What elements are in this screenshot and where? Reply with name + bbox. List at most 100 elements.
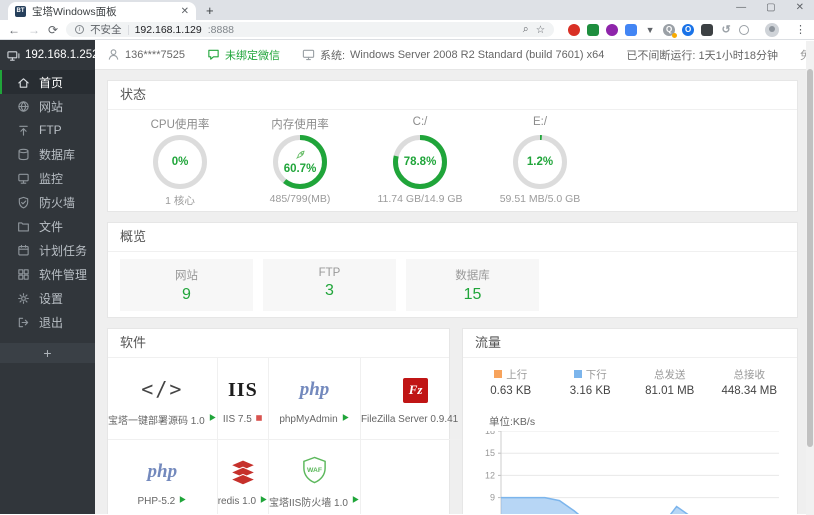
dark-funnel-extension-icon[interactable]: ▼ <box>644 24 656 36</box>
overview-box-ftp[interactable]: FTP 3 <box>263 259 396 311</box>
overview-label: FTP <box>318 267 341 279</box>
software-item-phpmyadmin[interactable]: php phpMyAdmin <box>269 358 361 440</box>
red-circle-extension-icon[interactable] <box>568 23 581 36</box>
software-item-iis[interactable]: IIS IIS 7.5 <box>217 358 270 440</box>
tab-close-icon[interactable]: ✕ <box>181 6 189 17</box>
address-bar[interactable]: i 不安全 192.168.1.129:8888 ⌕ ☆ <box>66 22 555 37</box>
wechat-bind-link[interactable]: 未绑定微信 <box>207 47 280 63</box>
sidebar-item-soft[interactable]: 软件管理 <box>0 262 95 286</box>
site-info-icon[interactable]: i <box>75 25 85 34</box>
traffic-stat-label: 上行 <box>471 367 551 381</box>
blue-o-extension-icon[interactable]: O <box>682 23 695 36</box>
q-badge-extension-icon[interactable]: Q <box>663 23 678 38</box>
blue-square-extension-icon[interactable] <box>625 23 638 36</box>
home-icon <box>17 76 30 89</box>
iis-icon: IIS <box>228 379 258 401</box>
purple-circle-extension-icon[interactable] <box>606 23 619 36</box>
sidebar-item-logout[interactable]: 退出 <box>0 310 95 334</box>
gauge-center: 0% <box>152 134 208 190</box>
window-minimize-button[interactable]: — <box>736 2 746 13</box>
software-name: phpMyAdmin <box>279 413 338 425</box>
play-icon[interactable] <box>351 495 360 507</box>
sidebar-item-database[interactable]: 数据库 <box>0 142 95 166</box>
sidebar-item-label: 文件 <box>39 219 64 234</box>
system-value: Windows Server 2008 R2 Standard (build 7… <box>350 48 605 61</box>
gauge-ring: 1.2% <box>512 134 568 190</box>
stop-icon[interactable] <box>255 414 263 425</box>
gauge-label: 内存使用率 <box>271 119 329 131</box>
traffic-chart: 181512963 <box>477 426 797 514</box>
software-label: FileZilla Server 0.9.41 <box>361 413 470 425</box>
window-close-button[interactable]: ✕ <box>796 2 804 13</box>
exit-icon <box>17 316 30 329</box>
account-info[interactable]: 136****7525 <box>107 48 185 61</box>
legend-square-down <box>573 370 582 378</box>
sidebar-item-monitor[interactable]: 监控 <box>0 166 95 190</box>
browser-toolbar: ← → ⟳ i 不安全 192.168.1.129:8888 ⌕ ☆ ▼ Q O ↺ … <box>0 20 814 40</box>
traffic-card: 流量 上行 0.63 KB 下行 3.16 KB 总发送 81.01 MB 总接收 448.3… <box>462 328 798 514</box>
overview-box-sites[interactable]: 网站 9 <box>120 259 253 311</box>
gauge-sub: 485/799(MB) <box>269 193 331 205</box>
soft-icon <box>17 268 30 281</box>
browser-tab[interactable]: BT 宝塔Windows面板 ✕ <box>8 2 196 20</box>
svg-text:15: 15 <box>485 448 495 458</box>
traffic-label-text: 下行 <box>585 368 607 381</box>
traffic-stat-value: 0.63 KB <box>490 385 532 397</box>
page-scrollbar <box>806 41 814 515</box>
gauge-disk-e: E:/ 1.2% 59.51 MB/5.0 GB <box>480 116 600 208</box>
uptime-info: 已不间断运行: 1天1小时18分钟 <box>626 47 778 63</box>
sidebar-item-home[interactable]: 首页 <box>0 70 95 94</box>
gray-ring-extension-icon[interactable] <box>739 24 750 35</box>
zoom-icon[interactable]: ⌕ <box>523 23 529 36</box>
software-item-redis[interactable]: redis 1.0 <box>218 440 270 514</box>
play-icon[interactable] <box>259 495 268 507</box>
browser-menu-icon[interactable]: ⋮ <box>795 23 806 36</box>
sidebar-item-label: 监控 <box>39 171 64 186</box>
sidebar-add-button[interactable]: + <box>0 343 95 363</box>
browser-tabstrip: BT 宝塔Windows面板 ✕ + — ▢ ✕ <box>0 0 814 20</box>
server-header[interactable]: 192.168.1.252 0 <box>0 40 118 70</box>
green-square-extension-icon[interactable] <box>587 23 600 36</box>
system-icon <box>302 48 315 61</box>
url-port: :8888 <box>207 23 234 36</box>
person-icon <box>107 48 120 61</box>
sidebar-item-files[interactable]: 文件 <box>0 214 95 238</box>
panel-topbar: 136****7525 未绑定微信 系统: Windows Server 200… <box>95 40 814 70</box>
bookmark-star-icon[interactable]: ☆ <box>536 24 545 36</box>
scrollbar-thumb[interactable] <box>807 69 813 447</box>
software-label: 宝塔IIS防火墙 1.0 <box>269 494 360 509</box>
overview-box-database[interactable]: 数据库 15 <box>406 259 539 311</box>
profile-avatar[interactable] <box>765 22 779 37</box>
svg-text:12: 12 <box>485 470 495 480</box>
gauge-center: 60.7% <box>272 134 328 190</box>
sidebar-item-settings[interactable]: 设置 <box>0 286 95 310</box>
free-memory-rocket-icon[interactable] <box>295 149 306 163</box>
software-item-filezilla[interactable]: Fz FileZilla Server 0.9.41 <box>360 358 471 440</box>
waf-icon: WAF <box>301 453 328 489</box>
sidebar-item-ftp[interactable]: FTP <box>0 118 95 142</box>
gauge-center: 78.8% <box>392 134 448 190</box>
traffic-label-text: 总接收 <box>733 368 766 381</box>
reload-icon[interactable]: ⟳ <box>48 24 58 36</box>
firewall-icon <box>17 196 30 209</box>
software-item-btwaf[interactable]: WAF 宝塔IIS防火墙 1.0 <box>269 440 361 514</box>
play-icon[interactable] <box>208 413 217 425</box>
dark-square-extension-icon[interactable] <box>701 23 714 36</box>
sidebar-item-firewall[interactable]: 防火墙 <box>0 190 95 214</box>
window-maximize-button[interactable]: ▢ <box>766 2 775 13</box>
software-item-php52[interactable]: php PHP-5.2 <box>108 440 218 514</box>
sidebar-menu: 首页 网站 FTP 数据库监控防火墙文件计划任务 软件管理 设置 退出 <box>0 70 95 334</box>
sidebar-item-sites[interactable]: 网站 <box>0 94 95 118</box>
play-icon[interactable] <box>341 413 350 425</box>
sidebar-item-cron[interactable]: 计划任务 <box>0 238 95 262</box>
play-icon[interactable] <box>178 495 187 507</box>
new-tab-button[interactable]: + <box>206 3 214 20</box>
gauge-cpu: CPU使用率 0% 1 核心 <box>120 116 240 208</box>
software-card: 软件 </> 宝塔一键部署源码 1.0 IIS IIS 7.5 php phpMyAdmi… <box>107 328 471 514</box>
software-item-deploy[interactable]: </> 宝塔一键部署源码 1.0 <box>108 358 218 440</box>
gauge-label: C:/ <box>412 116 428 128</box>
software-title: 软件 <box>108 329 449 358</box>
back-icon[interactable]: ← <box>8 24 20 36</box>
forward-icon[interactable]: → <box>28 24 40 36</box>
gray-arrow-extension-icon[interactable]: ↺ <box>720 24 732 36</box>
